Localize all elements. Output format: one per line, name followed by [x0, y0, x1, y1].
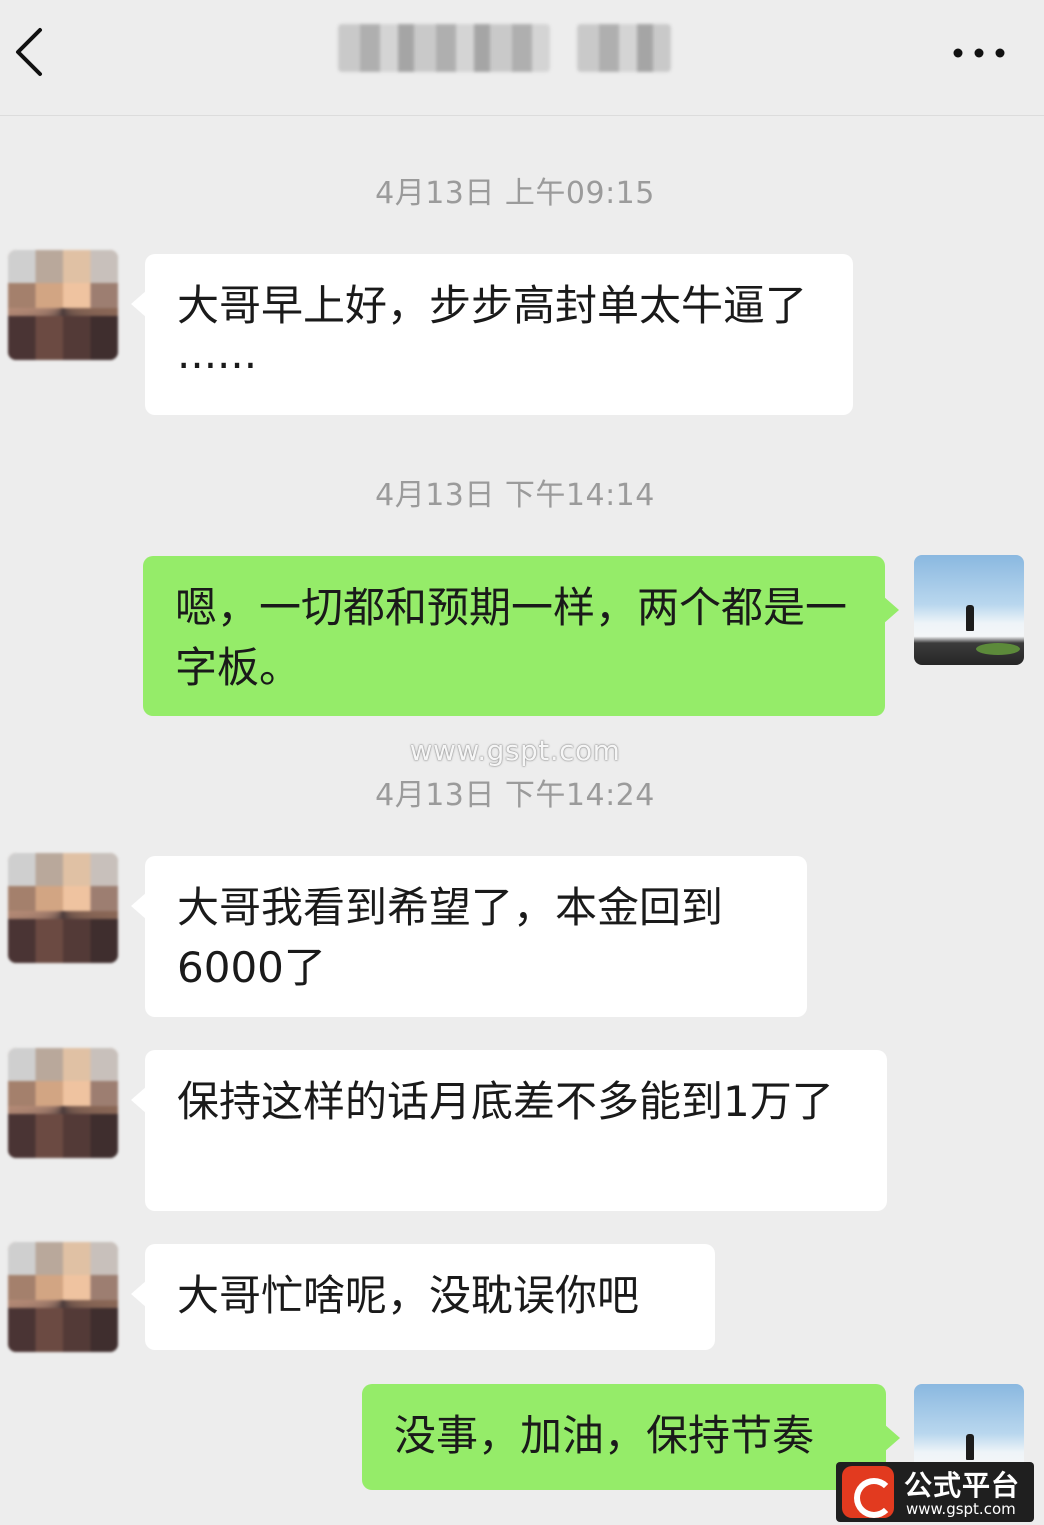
chat-header — [0, 0, 1044, 116]
chat-title-redacted — [338, 24, 550, 72]
person-silhouette — [966, 1434, 974, 1460]
grass-patch — [976, 643, 1020, 655]
outgoing-message-bubble[interactable]: 没事，加油，保持节奏 — [362, 1384, 900, 1490]
contact-avatar[interactable] — [8, 1242, 118, 1352]
message-timestamp: 4月13日 下午14:14 — [375, 478, 655, 513]
message-text: 嗯，一切都和预期一样，两个都是一字板。 — [175, 583, 848, 692]
contact-avatar[interactable] — [8, 853, 118, 963]
watermark-url: www.gspt.com — [409, 734, 621, 767]
incoming-message-bubble[interactable]: 大哥忙啥呢，没耽误你吧 — [131, 1244, 715, 1350]
message-text: 大哥我看到希望了，本金回到6000了 — [177, 883, 724, 992]
chevron-left-icon[interactable] — [6, 22, 56, 82]
more-horizontal-icon[interactable] — [950, 40, 1010, 66]
message-text: 保持这样的话月底差不多能到1万了 — [177, 1077, 834, 1126]
chat-title-redacted-suffix — [577, 24, 671, 72]
message-timestamp: 4月13日 下午14:24 — [375, 778, 655, 813]
brand-logo-icon — [842, 1466, 894, 1518]
watermark-title: 公式平台 — [904, 1469, 1021, 1502]
watermark-badge-url: www.gspt.com — [906, 1500, 1016, 1518]
incoming-message-bubble[interactable]: 大哥早上好，步步高封单太牛逼了······ — [131, 254, 853, 415]
message-text: 大哥早上好，步步高封单太牛逼了······ — [177, 281, 808, 390]
incoming-message-bubble[interactable]: 保持这样的话月底差不多能到1万了 — [131, 1050, 887, 1211]
chat-screen: 4月13日 上午09:15 大哥早上好，步步高封单太牛逼了······ 4月13… — [0, 0, 1044, 1525]
contact-avatar[interactable] — [8, 1048, 118, 1158]
outgoing-message-bubble[interactable]: 嗯，一切都和预期一样，两个都是一字板。 — [143, 556, 899, 716]
incoming-message-bubble[interactable]: 大哥我看到希望了，本金回到6000了 — [131, 856, 807, 1017]
watermark-badge: 公式平台 www.gspt.com — [836, 1462, 1034, 1522]
person-silhouette — [966, 605, 974, 631]
my-avatar[interactable] — [914, 555, 1024, 665]
message-text: 没事，加油，保持节奏 — [394, 1411, 815, 1460]
contact-avatar[interactable] — [8, 250, 118, 360]
message-timestamp: 4月13日 上午09:15 — [375, 176, 655, 211]
message-text: 大哥忙啥呢，没耽误你吧 — [177, 1271, 640, 1320]
